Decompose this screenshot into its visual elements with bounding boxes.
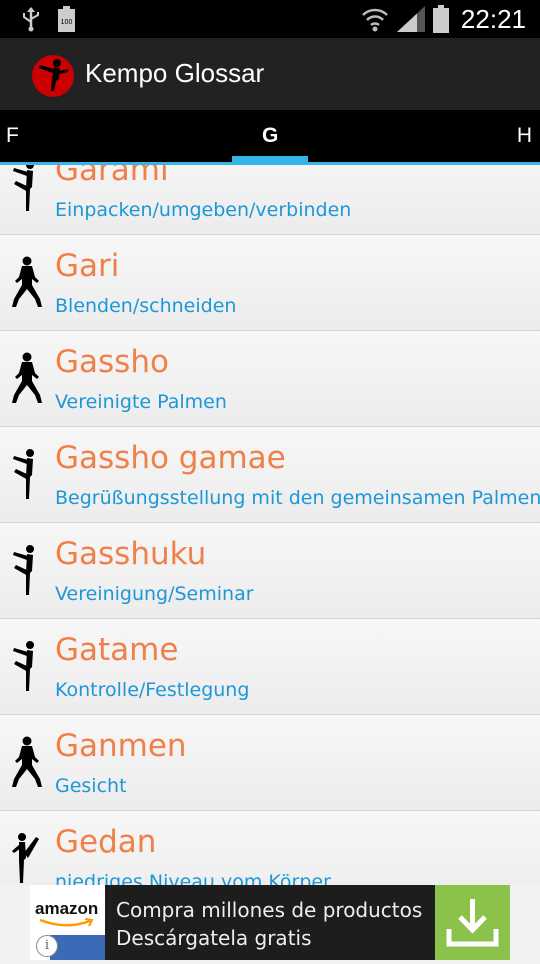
entry-meaning: Vereinigte Palmen <box>55 391 227 413</box>
entry-meaning: Einpacken/umgeben/verbinden <box>55 199 352 221</box>
list-item[interactable]: Gedan niedriges Niveau vom Körper <box>0 811 540 885</box>
stance-figure-icon <box>12 352 42 403</box>
entry-term: Gassho gamae <box>55 440 286 476</box>
glossary-list[interactable]: Garami Einpacken/umgeben/verbinden Gari … <box>0 165 540 885</box>
stance-figure-icon <box>12 736 42 787</box>
entry-term: Gatame <box>55 632 179 668</box>
entry-meaning: Gesicht <box>55 775 127 797</box>
entry-meaning: Kontrolle/Festlegung <box>55 679 250 701</box>
entry-term: Gassho <box>55 344 169 380</box>
tab-previous-letter[interactable]: F <box>6 124 19 148</box>
entry-term: Gedan <box>55 824 157 860</box>
app-logo[interactable] <box>32 55 74 97</box>
battery-100-icon: 100 <box>58 6 75 32</box>
ad-banner[interactable]: amazon i Compra millones de productos De… <box>30 885 510 960</box>
svg-text:100: 100 <box>61 19 73 26</box>
kick-figure-icon <box>13 641 34 691</box>
wifi-icon <box>362 8 388 32</box>
clock: 22:21 <box>460 3 526 34</box>
list-item[interactable]: Gari Blenden/schneiden <box>0 235 540 331</box>
list-item[interactable]: Ganmen Gesicht <box>0 715 540 811</box>
ad-image <box>50 935 105 960</box>
stance-figure-icon <box>12 256 42 307</box>
usb-icon <box>23 7 39 32</box>
amazon-smile-icon <box>39 918 94 927</box>
entry-term: Gasshuku <box>55 536 207 572</box>
entry-meaning: Begrüßungsstellung mit den gemeinsamen P… <box>55 487 540 509</box>
list-item[interactable]: Gassho Vereinigte Palmen <box>0 331 540 427</box>
ad-amazon-logo: amazon i <box>30 885 105 960</box>
kick-figure-icon <box>13 545 34 595</box>
entry-term: Ganmen <box>55 728 187 764</box>
tab-current-letter[interactable]: G <box>262 124 278 148</box>
high-kick-figure-icon <box>12 833 39 883</box>
ad-subline: Descárgatela gratis <box>116 926 312 950</box>
ad-brand: amazon <box>35 899 99 918</box>
list-item[interactable]: Garami Einpacken/umgeben/verbinden <box>0 165 540 235</box>
entry-term: Gari <box>55 248 120 284</box>
tab-next-letter[interactable]: H <box>517 124 532 148</box>
entry-meaning: Vereinigung/Seminar <box>55 583 254 605</box>
ad-headline: Compra millones de productos <box>116 898 423 922</box>
tab-indicator <box>232 156 308 162</box>
list-item[interactable]: Gassho gamae Begrüßungsstellung mit den … <box>0 427 540 523</box>
letter-tab-bar: F G H <box>0 110 540 165</box>
entry-term: Garami <box>55 165 169 188</box>
signal-icon <box>396 6 425 32</box>
battery-icon <box>432 5 449 33</box>
list-item[interactable]: Gasshuku Vereinigung/Seminar <box>0 523 540 619</box>
list-item[interactable]: Gatame Kontrolle/Festlegung <box>0 619 540 715</box>
action-bar: Kempo Glossar <box>0 38 540 110</box>
app-title: Kempo Glossar <box>85 58 265 88</box>
entry-meaning: Blenden/schneiden <box>55 295 237 317</box>
download-button[interactable] <box>435 885 510 960</box>
download-icon <box>446 899 499 947</box>
status-bar: 100 22:21 <box>0 0 540 38</box>
kick-figure-icon <box>13 449 34 499</box>
entry-meaning: niedriges Niveau vom Körper <box>55 871 331 885</box>
kick-figure-icon <box>13 165 34 211</box>
ad-info-icon[interactable]: i <box>36 935 58 957</box>
